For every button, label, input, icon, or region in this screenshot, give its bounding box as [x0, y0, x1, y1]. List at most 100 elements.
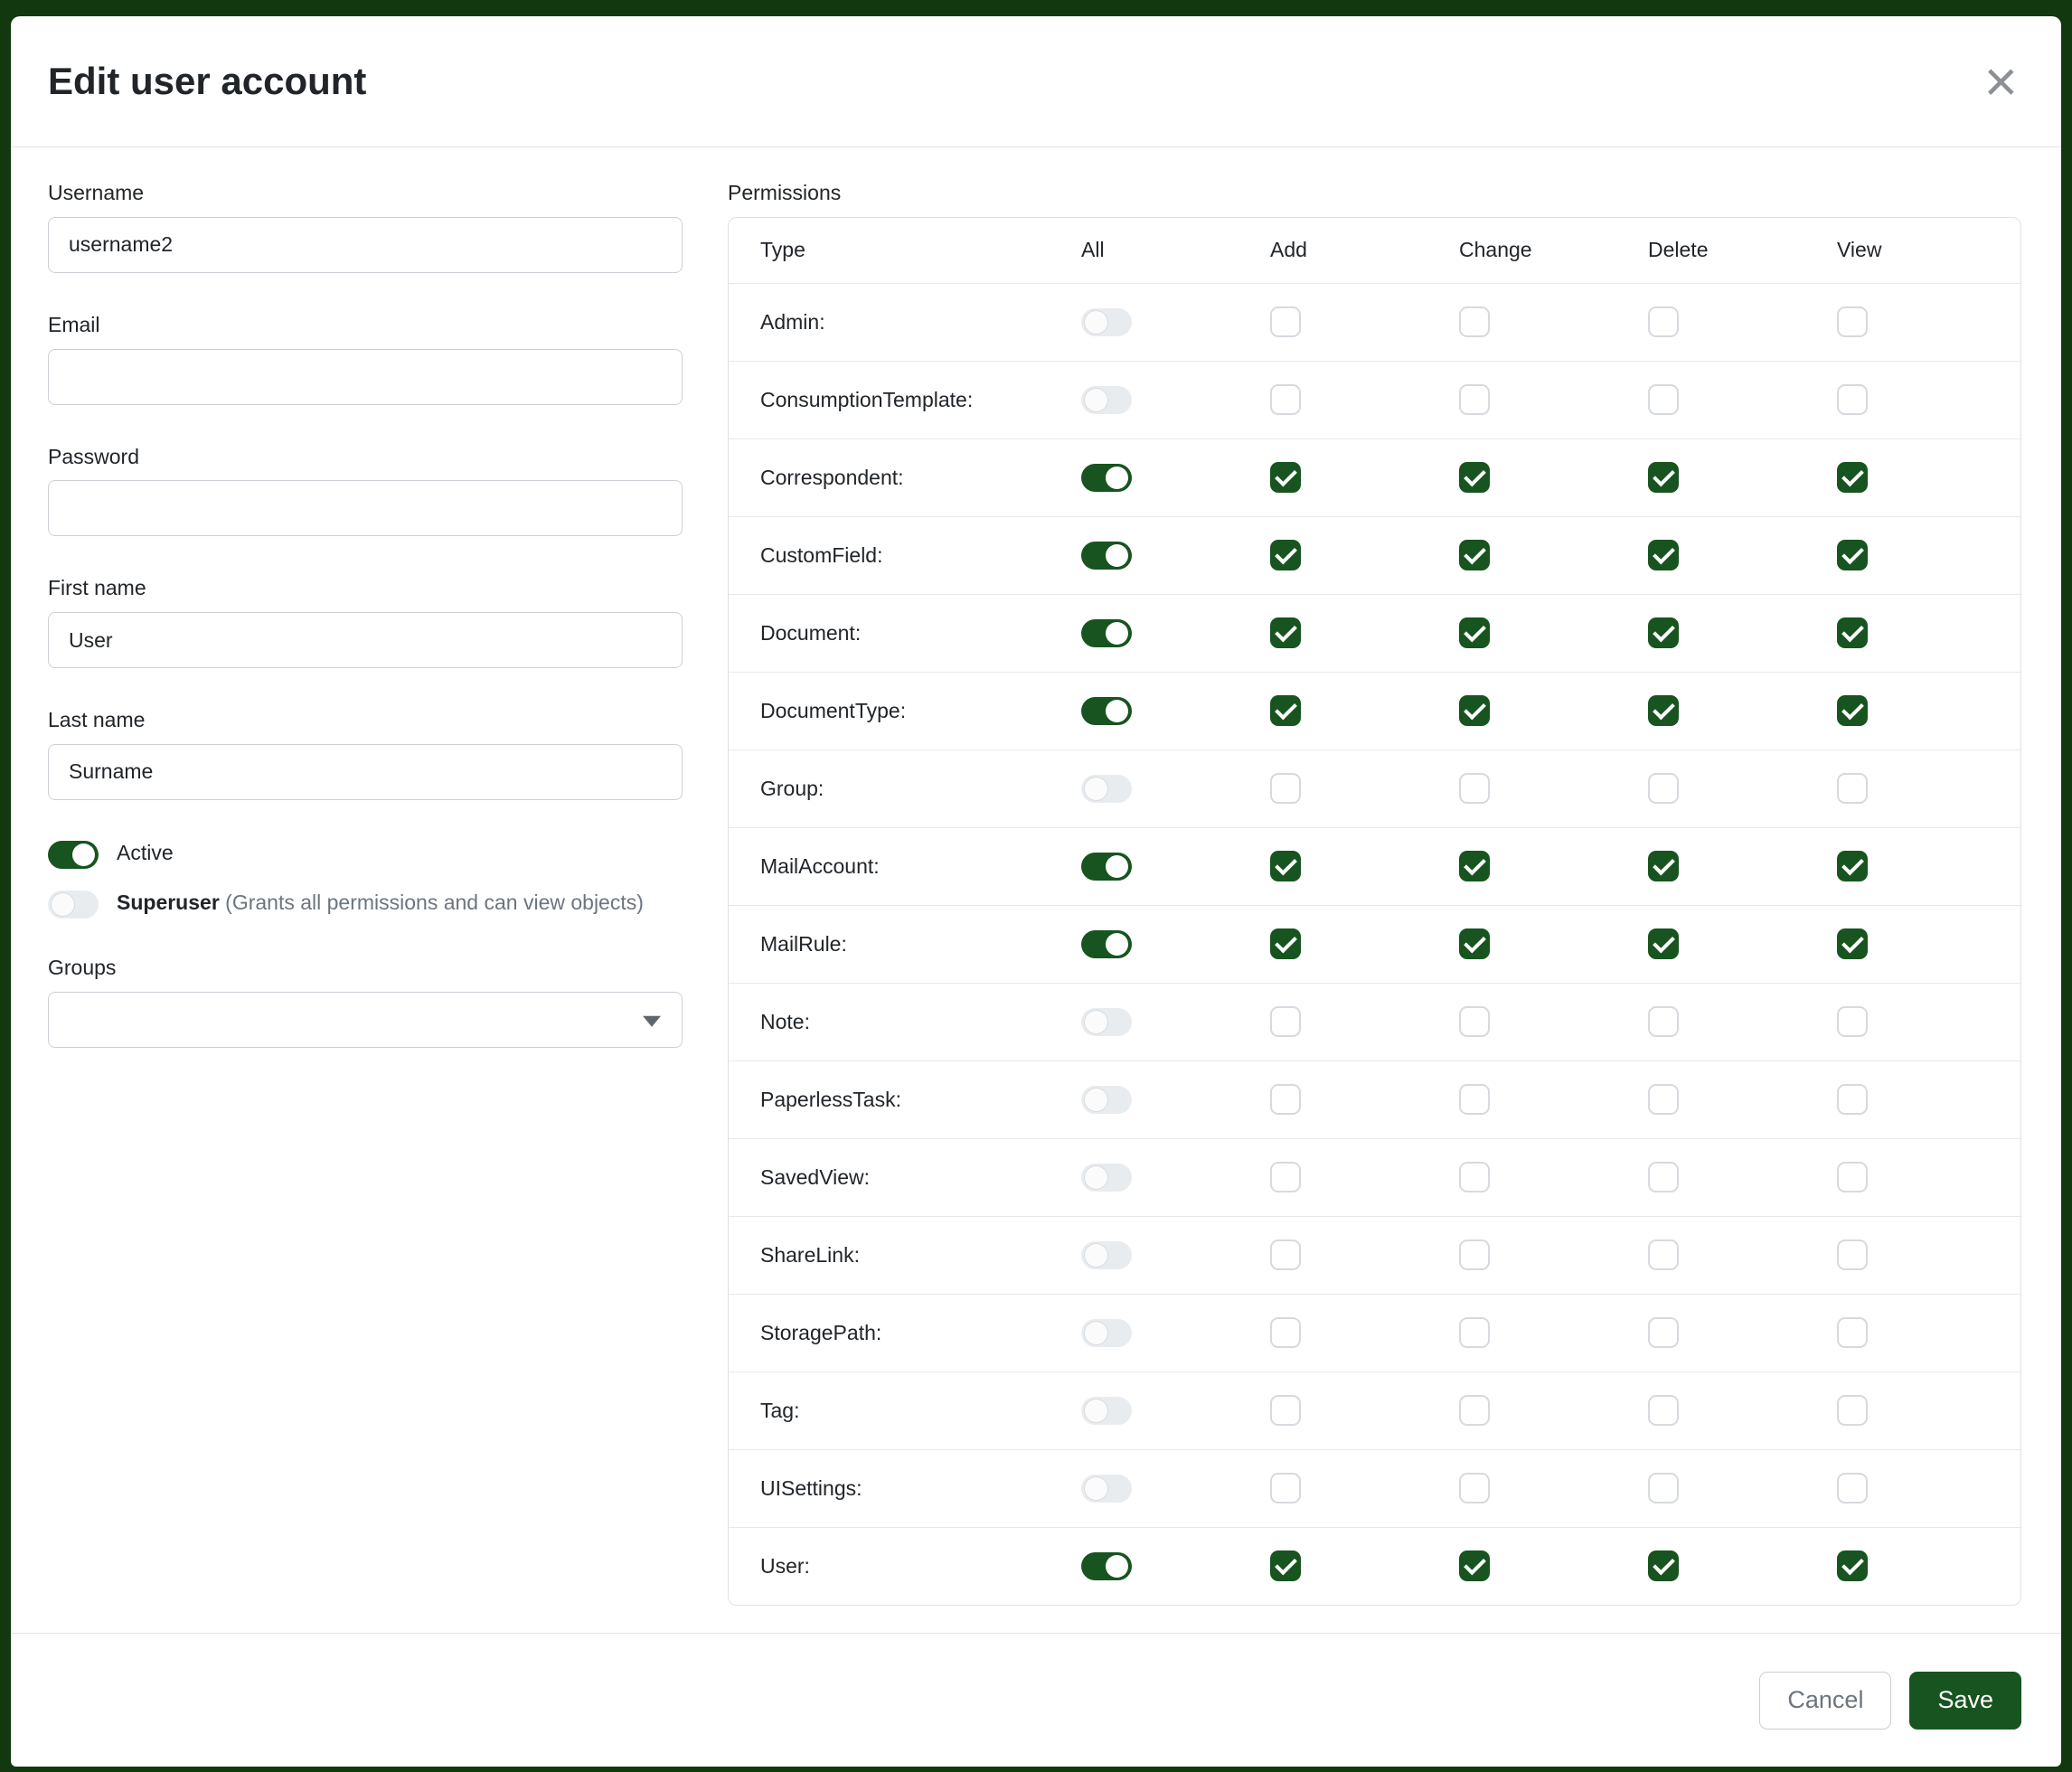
permission-all-toggle[interactable] [1081, 1086, 1132, 1114]
permission-add-checkbox[interactable] [1270, 773, 1301, 804]
permission-all-toggle[interactable] [1081, 1241, 1132, 1269]
permission-add-checkbox[interactable] [1270, 695, 1301, 726]
permission-view-cell [1837, 773, 2021, 804]
permission-change-checkbox[interactable] [1459, 1006, 1490, 1037]
permission-change-checkbox[interactable] [1459, 851, 1490, 881]
permission-delete-checkbox[interactable] [1648, 1239, 1679, 1270]
permission-change-checkbox[interactable] [1459, 695, 1490, 726]
permission-view-checkbox[interactable] [1837, 462, 1868, 493]
permission-change-checkbox[interactable] [1459, 1317, 1490, 1348]
last-name-field[interactable] [48, 744, 683, 800]
permission-view-checkbox[interactable] [1837, 773, 1868, 804]
permission-view-checkbox[interactable] [1837, 1473, 1868, 1503]
permission-delete-checkbox[interactable] [1648, 1162, 1679, 1192]
permission-delete-checkbox[interactable] [1648, 1084, 1679, 1115]
groups-select-wrap [48, 992, 683, 1048]
permission-add-checkbox[interactable] [1270, 462, 1301, 493]
permission-view-checkbox[interactable] [1837, 1550, 1868, 1581]
permission-add-checkbox[interactable] [1270, 851, 1301, 881]
permission-all-toggle[interactable] [1081, 775, 1132, 803]
permission-delete-checkbox[interactable] [1648, 617, 1679, 648]
permission-change-checkbox[interactable] [1459, 773, 1490, 804]
save-button[interactable]: Save [1909, 1672, 2021, 1730]
permission-change-checkbox[interactable] [1459, 1395, 1490, 1426]
permission-add-checkbox[interactable] [1270, 1550, 1301, 1581]
first-name-field[interactable] [48, 612, 683, 668]
permission-view-checkbox[interactable] [1837, 1239, 1868, 1270]
permission-add-checkbox[interactable] [1270, 306, 1301, 337]
active-toggle[interactable] [48, 841, 99, 869]
permission-delete-checkbox[interactable] [1648, 462, 1679, 493]
permission-change-checkbox[interactable] [1459, 1473, 1490, 1503]
permission-view-checkbox[interactable] [1837, 1084, 1868, 1115]
permission-delete-checkbox[interactable] [1648, 773, 1679, 804]
superuser-toggle[interactable] [48, 891, 99, 919]
permission-add-checkbox[interactable] [1270, 384, 1301, 415]
permission-add-checkbox[interactable] [1270, 928, 1301, 959]
permission-add-checkbox[interactable] [1270, 1006, 1301, 1037]
permission-add-checkbox[interactable] [1270, 1473, 1301, 1503]
permission-view-checkbox[interactable] [1837, 306, 1868, 337]
permission-view-checkbox[interactable] [1837, 695, 1868, 726]
permission-delete-checkbox[interactable] [1648, 1317, 1679, 1348]
permission-view-checkbox[interactable] [1837, 1317, 1868, 1348]
permission-delete-checkbox[interactable] [1648, 306, 1679, 337]
permission-all-toggle[interactable] [1081, 619, 1132, 647]
permission-delete-checkbox[interactable] [1648, 851, 1679, 881]
permission-view-checkbox[interactable] [1837, 540, 1868, 570]
permission-all-toggle[interactable] [1081, 308, 1132, 336]
permission-add-checkbox[interactable] [1270, 1162, 1301, 1192]
permission-delete-checkbox[interactable] [1648, 384, 1679, 415]
permission-all-toggle[interactable] [1081, 1552, 1132, 1580]
permission-delete-checkbox[interactable] [1648, 1550, 1679, 1581]
permission-add-checkbox[interactable] [1270, 617, 1301, 648]
permission-add-checkbox[interactable] [1270, 1395, 1301, 1426]
permission-all-toggle[interactable] [1081, 386, 1132, 414]
permission-change-checkbox[interactable] [1459, 1239, 1490, 1270]
cancel-button[interactable]: Cancel [1759, 1672, 1891, 1730]
permission-all-toggle[interactable] [1081, 464, 1132, 492]
permission-change-checkbox[interactable] [1459, 306, 1490, 337]
permission-view-checkbox[interactable] [1837, 384, 1868, 415]
permission-change-checkbox[interactable] [1459, 384, 1490, 415]
permission-add-checkbox[interactable] [1270, 1084, 1301, 1115]
close-icon[interactable]: × [1981, 52, 2021, 110]
permission-view-checkbox[interactable] [1837, 851, 1868, 881]
username-input[interactable] [48, 217, 683, 273]
permission-delete-checkbox[interactable] [1648, 1473, 1679, 1503]
permission-view-checkbox[interactable] [1837, 1006, 1868, 1037]
permission-add-cell [1270, 1006, 1459, 1037]
permission-view-checkbox[interactable] [1837, 1395, 1868, 1426]
permission-change-checkbox[interactable] [1459, 462, 1490, 493]
permission-all-toggle[interactable] [1081, 853, 1132, 881]
password-field[interactable] [48, 480, 683, 536]
permission-view-checkbox[interactable] [1837, 928, 1868, 959]
permission-all-toggle[interactable] [1081, 1319, 1132, 1347]
permission-all-toggle[interactable] [1081, 1164, 1132, 1192]
permission-all-toggle[interactable] [1081, 697, 1132, 725]
groups-select[interactable] [48, 992, 683, 1048]
permission-change-checkbox[interactable] [1459, 540, 1490, 570]
permission-change-checkbox[interactable] [1459, 928, 1490, 959]
permission-delete-checkbox[interactable] [1648, 540, 1679, 570]
permission-delete-checkbox[interactable] [1648, 1006, 1679, 1037]
permission-change-checkbox[interactable] [1459, 1550, 1490, 1581]
permission-add-checkbox[interactable] [1270, 1239, 1301, 1270]
permission-change-checkbox[interactable] [1459, 1084, 1490, 1115]
email-field[interactable] [48, 349, 683, 405]
permission-delete-checkbox[interactable] [1648, 928, 1679, 959]
permission-all-toggle[interactable] [1081, 1397, 1132, 1425]
permission-delete-checkbox[interactable] [1648, 1395, 1679, 1426]
permission-all-toggle[interactable] [1081, 930, 1132, 958]
permission-all-toggle[interactable] [1081, 542, 1132, 570]
permission-view-checkbox[interactable] [1837, 1162, 1868, 1192]
permission-add-checkbox[interactable] [1270, 1317, 1301, 1348]
permission-all-toggle[interactable] [1081, 1008, 1132, 1036]
superuser-label-text: Superuser [117, 891, 220, 914]
permission-add-checkbox[interactable] [1270, 540, 1301, 570]
permission-change-checkbox[interactable] [1459, 617, 1490, 648]
permission-all-toggle[interactable] [1081, 1475, 1132, 1503]
permission-change-checkbox[interactable] [1459, 1162, 1490, 1192]
permission-view-checkbox[interactable] [1837, 617, 1868, 648]
permission-delete-checkbox[interactable] [1648, 695, 1679, 726]
